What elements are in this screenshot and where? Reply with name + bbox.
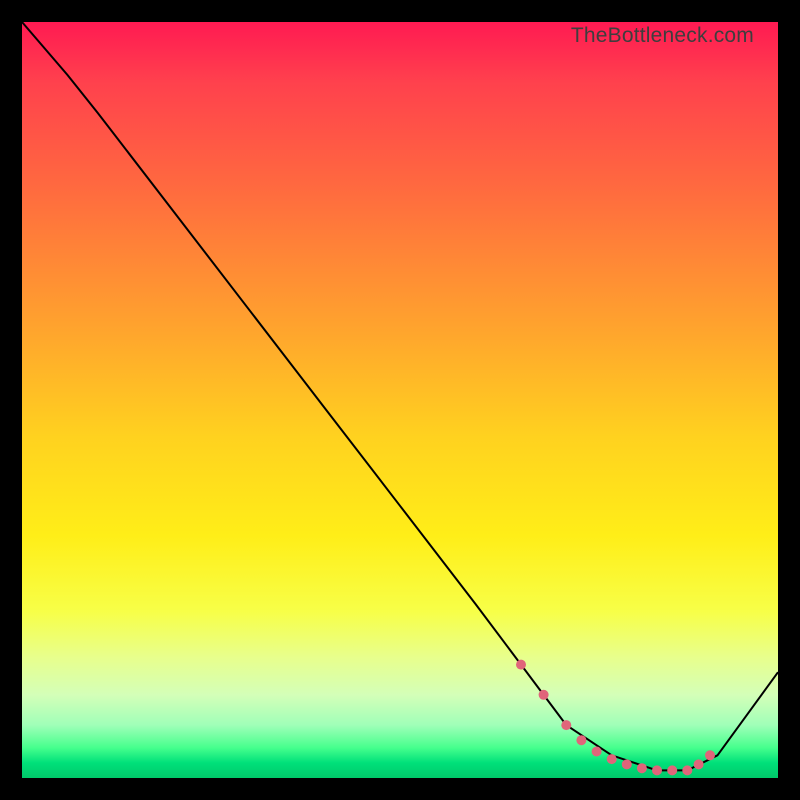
plot-area: TheBottleneck.com — [22, 22, 778, 778]
marker-dot — [607, 754, 617, 764]
marker-dot — [705, 750, 715, 760]
marker-dot — [592, 747, 602, 757]
chart-svg — [22, 22, 778, 778]
marker-dots — [516, 660, 715, 776]
marker-dot — [667, 765, 677, 775]
curve-line — [22, 22, 778, 770]
marker-dot — [694, 759, 704, 769]
series-curve — [22, 22, 778, 770]
marker-dot — [622, 759, 632, 769]
marker-dot — [637, 763, 647, 773]
chart-frame: TheBottleneck.com — [0, 0, 800, 800]
marker-dot — [682, 765, 692, 775]
marker-dot — [652, 765, 662, 775]
marker-dot — [516, 660, 526, 670]
marker-dot — [539, 690, 549, 700]
marker-dot — [576, 735, 586, 745]
marker-dot — [561, 720, 571, 730]
